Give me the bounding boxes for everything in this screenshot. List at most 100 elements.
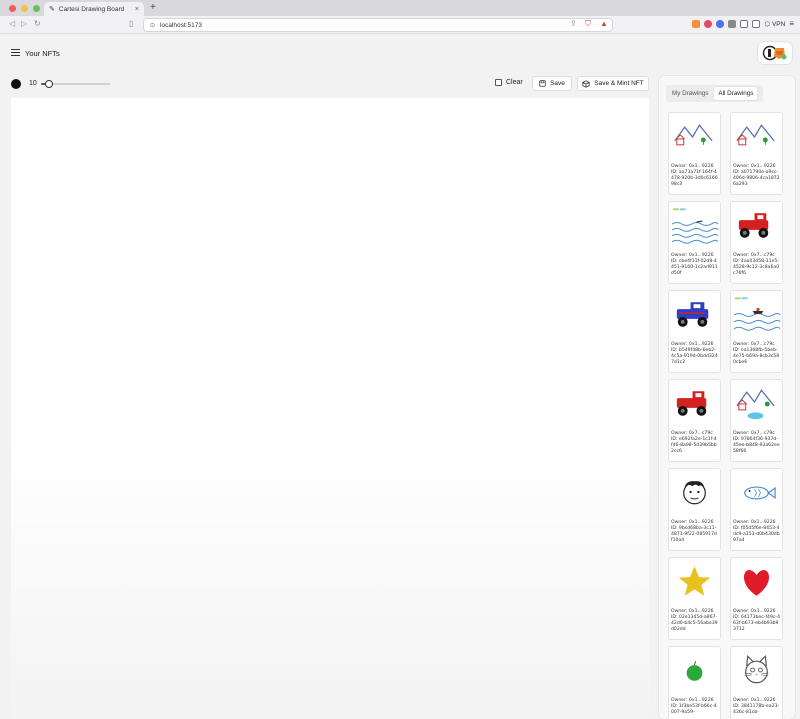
sidebar-icon[interactable] [740,19,749,28]
new-tab-icon[interactable]: + [150,2,156,13]
brush-size-value: 10 [29,80,37,87]
site-info-icon[interactable]: ⊙ [150,22,155,29]
drawing-card[interactable]: Owner: 0x1...9226 ID: 3841178b-ea23-436c-… [730,646,783,719]
tab-my-drawings[interactable]: My Drawings [668,87,712,100]
drawing-thumbnail [676,302,709,327]
save-mint-label: Save & Mint NFT [594,80,644,87]
drawing-card[interactable]: Owner: 0x7...c79c ID: 97864f36-937d-45ee-… [730,379,783,462]
drawing-card[interactable]: Owner: 0x1...9226 ID: a071790e-a9cc-406d-… [730,112,783,195]
reload-icon[interactable]: ↻ [34,19,41,28]
drawing-meta: Owner: 0x1...9226 ID: 1f3be53f-b66c-4007-… [669,698,720,716]
minimize-window-button[interactable] [21,5,28,12]
drawing-meta: Owner: 0x7...c79c ID: e692fa2e-1c1f-4f46-… [669,431,720,455]
clear-label: Clear [506,79,523,86]
avatar [762,45,787,61]
drawing-card[interactable]: Owner: 0x1...9226 ID: cbe4f11f-02d8-4451-… [668,201,721,284]
drawing-meta: Owner: 0x1...9226 ID: b549f48b-6eb2-4c5a-… [669,342,720,366]
drawing-id: ID: 64173bec-f49c-463f-b673-eb4b93b93712 [733,615,781,632]
close-tab-icon[interactable]: × [135,6,139,13]
drawing-meta: Owner: 0x1...9226 ID: a071790e-a9cc-406d-… [731,164,782,188]
drawing-meta: Owner: 0x7...c79c ID: 4aa03d58-11e5-4528-… [731,253,782,277]
shield-icon[interactable]: ⛉ [585,19,591,29]
metamask-extension-icon[interactable] [692,19,701,28]
maximize-window-button[interactable] [33,5,40,12]
drawing-id: ID: 97864f36-937d-45ee-b848-93a62ee58f66 [733,437,780,454]
clear-checkbox[interactable] [495,79,502,86]
drawing-id: ID: b549f48b-6eb2-4c5a-919d-0bdd3247d1c2 [671,348,718,365]
close-window-button[interactable] [9,5,16,12]
browser-tab[interactable]: ✎ Cartesi Drawing Board × [44,2,144,16]
drawing-thumbnail [744,486,776,500]
extension-icon[interactable] [704,19,713,28]
save-label: Save [550,80,565,87]
drawings-tabs: My Drawings All Drawings [666,85,763,102]
drawing-thumbnail [678,566,711,596]
drawing-thumbnail [744,654,769,684]
drawing-card[interactable]: Owner: 0x1...9226 ID: aa73a71f-164f-4478-… [668,112,721,195]
your-nfts-link[interactable]: Your NFTs [25,49,60,58]
drawings-panel: My Drawings All Drawings Owner: 0x1...92… [659,76,795,719]
drawing-meta: Owner: 0x7...c79c ID: ea1368fb-5beb-4e75-… [731,342,782,366]
drawing-id: ID: 3841178b-ea23-436c-81cb- [733,704,780,715]
drawing-card[interactable]: Owner: 0x1...9226 ID: f05d5f6e-8453-4dc9-… [730,468,783,551]
hamburger-menu-icon[interactable] [11,49,20,56]
extensions-area: ⬡ VPN ≡ [692,19,794,28]
drawing-card[interactable]: Owner: 0x1...9226 ID: 1f3be53f-b66c-4007-… [668,646,721,719]
drawing-meta: Owner: 0x7...c79c ID: 97864f36-937d-45ee-… [731,431,782,455]
drawing-meta: Owner: 0x1...9226 ID: 3841178b-ea23-436c-… [731,698,782,716]
drawing-id: ID: 1f3be53f-b66c-4007-9a59- [671,704,717,715]
save-and-mint-button[interactable]: Save & Mint NFT [577,76,649,91]
drawing-card[interactable]: Owner: 0x1...9226 ID: 9bcd68ba-3c11-4871-… [668,468,721,551]
drawing-thumbnail [683,481,706,505]
drawing-thumbnail [674,124,713,146]
drawing-card[interactable]: Owner: 0x1...9226 ID: b549f48b-6eb2-4c5a-… [668,290,721,373]
drawing-meta: Owner: 0x1...9226 ID: 9bcd68ba-3c11-4871-… [669,520,720,544]
drawing-id: ID: 02e1345d-a867-42d0-b4c5-56abe39d02dd [671,615,718,632]
save-button[interactable]: Save [532,76,572,91]
brush-size-slider[interactable] [41,80,110,88]
tab-title: Cartesi Drawing Board [58,5,125,13]
drawing-id: ID: f05d5f6e-8453-4dc9-a153-d0b430db97a4 [733,526,780,543]
bookmark-icon[interactable]: ▯ [129,19,133,28]
drawing-thumbnail [736,389,775,420]
wallet-avatar-button[interactable] [758,42,792,64]
drawing-card[interactable]: Owner: 0x7...c79c ID: 4aa03d58-11e5-4528-… [730,201,783,284]
extension-icon[interactable] [716,19,725,28]
drawing-meta: Owner: 0x1...9226 ID: aa73a71f-164f-4478-… [669,164,720,188]
cube-icon [582,79,590,88]
drawing-card[interactable]: Owner: 0x1...9226 ID: 02e1345d-a867-42d0-… [668,557,721,640]
vpn-button[interactable]: ⬡ VPN [764,20,785,28]
drawing-thumbnail [743,570,770,596]
drawing-id: ID: 4aa03d58-11e5-4528-9c12-3c8a6a0c76f6 [733,259,780,276]
drawing-card[interactable]: Owner: 0x7...c79c ID: ea1368fb-5beb-4e75-… [730,290,783,373]
vpn-label: VPN [771,20,786,28]
extension-icon[interactable] [728,19,737,28]
drawing-id: ID: aa73a71f-164f-4478-920b-3d0c616698c3 [671,170,718,187]
drawing-id: ID: cbe4f11f-02d8-4451-9160-1c2ad911d50f [671,259,718,276]
drawing-meta: Owner: 0x1...9226 ID: 64173bec-f49c-463f-… [731,609,782,633]
share-icon[interactable]: ⇪ [570,19,577,28]
menu-icon[interactable]: ≡ [789,19,794,28]
slider-thumb[interactable] [45,80,54,88]
wallet-icon[interactable] [752,19,761,28]
rewards-icon[interactable]: ▲ [600,19,608,28]
drawing-id: ID: 9bcd68ba-3c11-4871-9f22-085917df10a4 [671,526,717,543]
drawing-id: ID: a071790e-a9cc-406d-9806-4ca18726a293 [733,170,780,187]
drawing-meta: Owner: 0x1...9226 ID: cbe4f11f-02d8-4451-… [669,253,720,277]
url-text: localhost:5173 [160,21,202,29]
drawing-card[interactable]: Owner: 0x7...c79c ID: e692fa2e-1c1f-4f46-… [668,379,721,462]
tab-all-drawings[interactable]: All Drawings [714,87,758,100]
drawing-card[interactable]: Owner: 0x1...9226 ID: 64173bec-f49c-463f-… [730,557,783,640]
drawing-thumbnail [738,213,769,238]
drawing-canvas[interactable] [11,98,649,719]
url-field[interactable]: ⊙ localhost:5173 [143,18,613,32]
drawing-thumbnail [676,391,707,416]
drawing-id: ID: ea1368fb-5beb-4e75-b69a-8cb3c580cbe6 [733,348,780,365]
drawing-thumbnail [736,124,775,146]
drawing-thumbnail [733,297,781,331]
forward-icon[interactable]: ▷ [21,19,27,28]
clear-toggle[interactable]: Clear [495,79,523,86]
drawing-id: ID: e692fa2e-1c1f-4f46-8a98-5d39b5bb2cc6 [671,437,717,454]
back-icon[interactable]: ◁ [9,19,15,28]
brush-color-swatch[interactable] [11,79,21,89]
